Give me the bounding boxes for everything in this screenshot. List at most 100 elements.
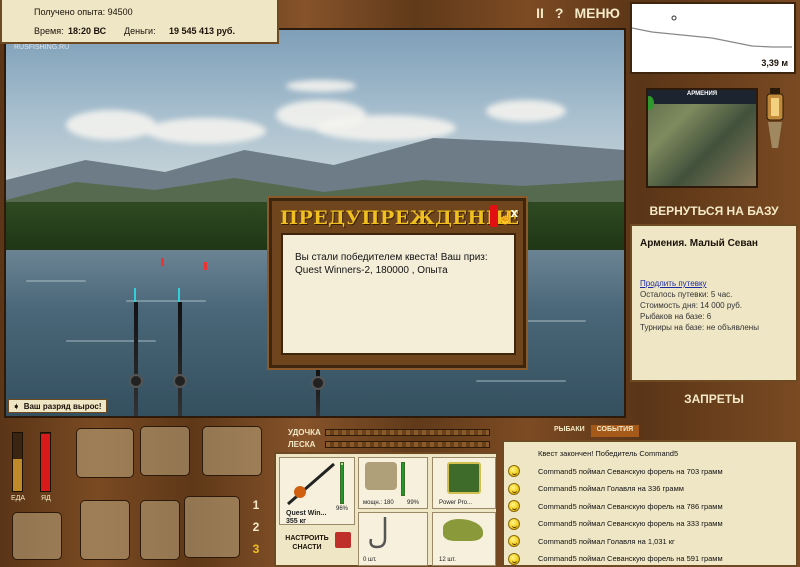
exp-value: 94500 <box>107 7 133 17</box>
dialog-message: Вы стали победителем квеста! Ваш приз: Q… <box>281 233 516 355</box>
fishing-rod-3[interactable] <box>311 370 325 416</box>
float-icon[interactable] <box>161 258 164 266</box>
food-meter <box>12 432 23 492</box>
event-text: Command5 поймал Севанскую форель на 703 … <box>538 466 723 476</box>
pause-button[interactable]: II <box>536 5 544 21</box>
reel-icon <box>173 374 187 388</box>
hook-icon <box>369 517 387 549</box>
top-bar: II ? МЕНЮ <box>279 0 626 28</box>
day-cost: Стоимость дня: 14 000 руб. <box>640 301 743 310</box>
rod-slot[interactable]: 96% Quest Win... 355 кг <box>279 457 355 525</box>
bottom-panel: ЕДА ЯД 1 2 3 УДОЧКА ЛЕСКА 96% Quest Win.… <box>0 420 800 567</box>
grasshopper-bait-icon <box>443 519 483 541</box>
menu-button[interactable]: МЕНЮ <box>574 5 620 21</box>
exclamation-icon <box>490 205 498 227</box>
smiley-icon[interactable] <box>508 500 520 513</box>
base-info-panel: Армения. Малый Севан Продлить путевку Ос… <box>630 224 798 382</box>
fishing-rod-2[interactable] <box>173 288 187 416</box>
location-map[interactable]: АРМЕНИЯ <box>646 88 758 188</box>
setup-tackle-label: НАСТРОИТЬ СНАСТИ <box>285 535 329 551</box>
event-text: Command5 поймал Севанскую форель на 591 … <box>538 554 723 564</box>
exp-label: Получено опыта: <box>34 7 106 17</box>
pass-remaining: Осталось путевки: 5 час. <box>640 290 733 299</box>
player-info-panel: Получено опыта: 94500 Время: 18:20 ВС Де… <box>0 0 279 44</box>
close-button[interactable]: x <box>511 205 518 220</box>
reel-caption: мощн.: 180 <box>363 500 394 506</box>
status-meters: ЕДА ЯД <box>8 430 60 502</box>
event-text: Command5 поймал Голавля на 336 грамм <box>538 484 684 494</box>
backpack-icon[interactable] <box>76 428 134 478</box>
event-text: Квест закончен! Победитель Command5 <box>538 449 679 459</box>
slot-2-button[interactable]: 2 <box>245 520 267 542</box>
food-label: ЕДА <box>11 495 26 502</box>
bait-slot[interactable]: 12 шт. <box>432 512 496 566</box>
line-label: ЛЕСКА <box>288 440 316 449</box>
rod-durability-bar <box>340 462 344 504</box>
smiley-icon[interactable] <box>508 482 520 495</box>
tackle-panel: 96% Quest Win... 355 кг мощн.: 180 99% P… <box>274 452 498 567</box>
right-panel: 3,39 м АРМЕНИЯ ВЕРНУТЬСЯ НА БАЗУ Армения… <box>628 0 800 420</box>
event-row: Command5 поймал Севанскую форель на 591 … <box>508 550 796 567</box>
book-icon[interactable] <box>202 426 262 476</box>
extend-pass-link[interactable]: Продлить путевку <box>640 279 788 288</box>
event-row: Command5 поймал Голавля на 336 грамм <box>508 480 796 498</box>
line-tension-bar <box>325 441 490 448</box>
events-log: Квест закончен! Победитель Command5 Comm… <box>502 440 798 567</box>
tools-icon[interactable] <box>80 500 130 560</box>
map-pin-icon <box>648 96 654 110</box>
slot-3-button[interactable]: 3 <box>245 542 267 564</box>
smiley-icon[interactable] <box>508 465 520 478</box>
event-row: Command5 поймал Севанскую форель на 786 … <box>508 498 796 516</box>
hook-slot[interactable]: 0 шт. <box>358 512 428 566</box>
bait-bucket-icon[interactable] <box>12 512 62 560</box>
depth-chart: 3,39 м <box>630 2 796 74</box>
rod-slot-selector: 1 2 3 <box>245 498 267 566</box>
slot-1-button[interactable]: 1 <box>245 498 267 520</box>
info-tabs: РЫБАКИ СОБЫТИЯ <box>548 425 640 437</box>
float-icon[interactable] <box>204 262 207 270</box>
rod-icon <box>287 462 335 506</box>
rod-percent: 96% <box>336 506 349 512</box>
setup-tackle-button[interactable]: НАСТРОИТЬ СНАСТИ <box>279 528 355 566</box>
reel-slot[interactable]: мощн.: 180 99% <box>358 457 428 509</box>
basket-icon[interactable] <box>140 426 190 476</box>
line-slot[interactable]: Power Pro... <box>432 457 496 509</box>
dialog-title: ПРЕДУПРЕЖДЕНИЕ <box>280 207 520 229</box>
reel-icon <box>365 462 397 490</box>
tackle-box-icon <box>335 532 351 548</box>
bans-button[interactable]: ЗАПРЕТЫ <box>628 387 800 411</box>
tournaments-status: Турниры на базе: не объявлены <box>640 323 759 332</box>
keepnet-icon[interactable] <box>184 496 240 558</box>
event-text: Command5 поймал Голавля на 1,031 кг <box>538 536 675 546</box>
smiley-icon[interactable] <box>508 517 520 530</box>
reel-icon <box>311 376 325 390</box>
location-name: Армения. Малый Севан <box>640 238 758 249</box>
fishing-rod-1[interactable] <box>129 288 143 416</box>
cloud <box>286 80 356 92</box>
anglers-count: Рыбаков на базе: 6 <box>640 312 712 321</box>
money-label: Деньги: <box>124 26 156 36</box>
rod-label: УДОЧКА <box>288 428 321 437</box>
flask-icon[interactable] <box>140 500 180 560</box>
poison-meter <box>40 432 51 492</box>
tab-anglers[interactable]: РЫБАКИ <box>548 425 591 437</box>
cloud <box>486 100 566 122</box>
return-to-base-button[interactable]: ВЕРНУТЬСЯ НА БАЗУ <box>628 199 800 223</box>
smiley-icon[interactable] <box>508 535 520 548</box>
event-row: Квест закончен! Победитель Command5 <box>508 445 796 463</box>
rod-tension-bar <box>325 429 490 436</box>
line-caption: Power Pro... <box>439 500 473 506</box>
lantern-icon <box>764 88 786 148</box>
help-button[interactable]: ? <box>555 5 564 21</box>
smiley-icon[interactable] <box>508 552 520 565</box>
reel-durability-bar <box>401 462 405 496</box>
watermark: RUSFISHING.RU <box>14 44 70 51</box>
float-position-icon <box>671 15 677 21</box>
rod-name: Quest Win... <box>286 510 327 517</box>
time-label: Время: <box>34 26 64 36</box>
depth-value: 3,39 м <box>761 58 788 68</box>
map-title: АРМЕНИЯ <box>648 90 756 104</box>
rank-up-notice[interactable]: ➧ Ваш разряд вырос! <box>8 399 107 413</box>
fishing-line-spool-icon <box>447 462 481 494</box>
tab-events[interactable]: СОБЫТИЯ <box>590 425 640 437</box>
